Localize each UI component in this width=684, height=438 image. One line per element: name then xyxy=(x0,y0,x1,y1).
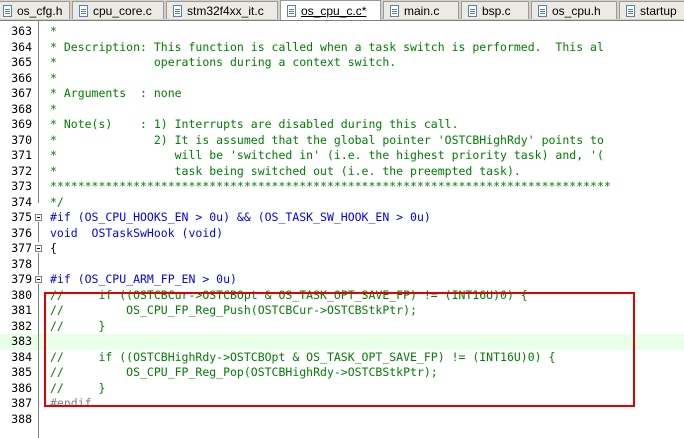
line-number: 366 xyxy=(11,70,32,85)
code-line[interactable]: 363 * xyxy=(0,24,684,40)
code-line[interactable]: 376 void OSTaskSwHook (void) xyxy=(0,226,684,242)
line-text: #if (OS_CPU_HOOKS_EN > 0u) && (OS_TASK_S… xyxy=(50,210,431,224)
line-text: * Description: This function is called w… xyxy=(50,39,604,54)
tab-bsp-c[interactable]: bsp.c xyxy=(461,1,529,19)
fold-guide-line xyxy=(38,284,39,438)
line-text: * will be 'switched in' (i.e. the highes… xyxy=(50,148,604,162)
line-number: 382 xyxy=(11,318,32,333)
file-icon xyxy=(390,4,399,17)
editor-tab-bar: os_cfg.h cpu_core.c stm32f4xx_it.c os_cp… xyxy=(0,0,684,21)
code-line[interactable]: 372 * task being switched out (i.e. the p… xyxy=(0,164,684,180)
code-line[interactable]: 379 #if (OS_CPU_ARM_FP_EN > 0u) xyxy=(0,272,684,288)
line-number: 374 xyxy=(11,194,32,209)
line-text: * Note(s) : 1) Interrupts are disabled d… xyxy=(50,117,459,131)
highlight-annotation-box xyxy=(44,292,635,407)
line-number: 379 xyxy=(11,272,32,286)
line-number: 384 xyxy=(11,349,32,364)
fold-collapse-icon[interactable] xyxy=(35,214,42,221)
line-number: 378 xyxy=(11,256,32,271)
line-number: 383 xyxy=(11,334,32,348)
fold-collapse-icon[interactable] xyxy=(35,276,42,283)
file-icon xyxy=(79,4,88,17)
line-text: void OSTaskSwHook (void) xyxy=(50,225,224,240)
file-icon xyxy=(468,4,477,17)
code-line[interactable]: 369 * Note(s) : 1) Interrupts are disable… xyxy=(0,117,684,133)
line-text: * xyxy=(50,24,57,38)
tab-startup[interactable]: startup xyxy=(619,1,684,19)
file-icon xyxy=(287,4,296,17)
code-line[interactable]: 388 xyxy=(0,412,684,428)
line-number: 376 xyxy=(11,225,32,240)
line-text: { xyxy=(50,241,57,255)
file-icon xyxy=(3,4,12,17)
line-text: * task being switched out (i.e. the pree… xyxy=(50,163,521,178)
line-number: 377 xyxy=(11,241,32,255)
fold-collapse-icon[interactable] xyxy=(35,245,42,252)
line-text: * 2) It is assumed that the global point… xyxy=(50,132,604,147)
line-number: 367 xyxy=(11,86,32,100)
line-text: ****************************************… xyxy=(50,179,611,193)
fold-guide-line xyxy=(38,222,39,242)
line-number: 385 xyxy=(11,365,32,379)
file-icon xyxy=(538,4,547,17)
line-number: 365 xyxy=(11,55,32,69)
line-number: 364 xyxy=(11,39,32,54)
file-icon xyxy=(626,4,635,17)
line-number: 388 xyxy=(11,411,32,426)
tab-cpu-core-c[interactable]: cpu_core.c xyxy=(72,1,164,19)
line-number: 381 xyxy=(11,303,32,317)
code-line[interactable]: 374 */ xyxy=(0,195,684,211)
code-line[interactable]: 366 * xyxy=(0,71,684,87)
code-line[interactable]: 371 * will be 'switched in' (i.e. the hig… xyxy=(0,148,684,164)
tab-os-cpu-h[interactable]: os_cpu.h xyxy=(531,1,617,19)
tab-stm32f4xx-it-c[interactable]: stm32f4xx_it.c xyxy=(166,1,278,19)
code-line[interactable]: 375 #if (OS_CPU_HOOKS_EN > 0u) && (OS_TAS… xyxy=(0,210,684,226)
fold-guide-line xyxy=(38,253,39,275)
line-number: 373 xyxy=(11,179,32,193)
line-text: * Arguments : none xyxy=(50,86,182,100)
code-line[interactable]: 364 * Description: This function is calle… xyxy=(0,40,684,56)
line-number: 386 xyxy=(11,380,32,395)
line-text: * xyxy=(50,70,57,85)
fold-guide-line xyxy=(38,21,39,203)
line-text: */ xyxy=(50,194,64,209)
line-number: 375 xyxy=(11,210,32,224)
code-line[interactable]: 373 *************************************… xyxy=(0,179,684,195)
tab-os-cpu-c-c[interactable]: os_cpu_c.c* xyxy=(280,0,381,20)
line-text: * xyxy=(50,101,57,116)
code-line[interactable]: 365 * operations during a context switch. xyxy=(0,55,684,71)
code-line[interactable]: 378 xyxy=(0,257,684,273)
line-number: 370 xyxy=(11,132,32,147)
line-number: 380 xyxy=(11,287,32,302)
line-number: 369 xyxy=(11,117,32,131)
tab-os-cfg-h[interactable]: os_cfg.h xyxy=(0,1,70,19)
line-number: 372 xyxy=(11,163,32,178)
code-line[interactable]: 377 { xyxy=(0,241,684,257)
line-number: 371 xyxy=(11,148,32,162)
code-line[interactable]: 370 * 2) It is assumed that the global po… xyxy=(0,133,684,149)
code-line[interactable]: 368 * xyxy=(0,102,684,118)
line-text: * operations during a context switch. xyxy=(50,55,397,69)
file-icon xyxy=(173,4,182,17)
line-text: #if (OS_CPU_ARM_FP_EN > 0u) xyxy=(50,272,237,286)
line-number: 387 xyxy=(11,396,32,410)
code-line[interactable]: 367 * Arguments : none xyxy=(0,86,684,102)
line-number: 363 xyxy=(11,24,32,38)
tab-main-c[interactable]: main.c xyxy=(383,1,459,19)
line-number: 368 xyxy=(11,101,32,116)
